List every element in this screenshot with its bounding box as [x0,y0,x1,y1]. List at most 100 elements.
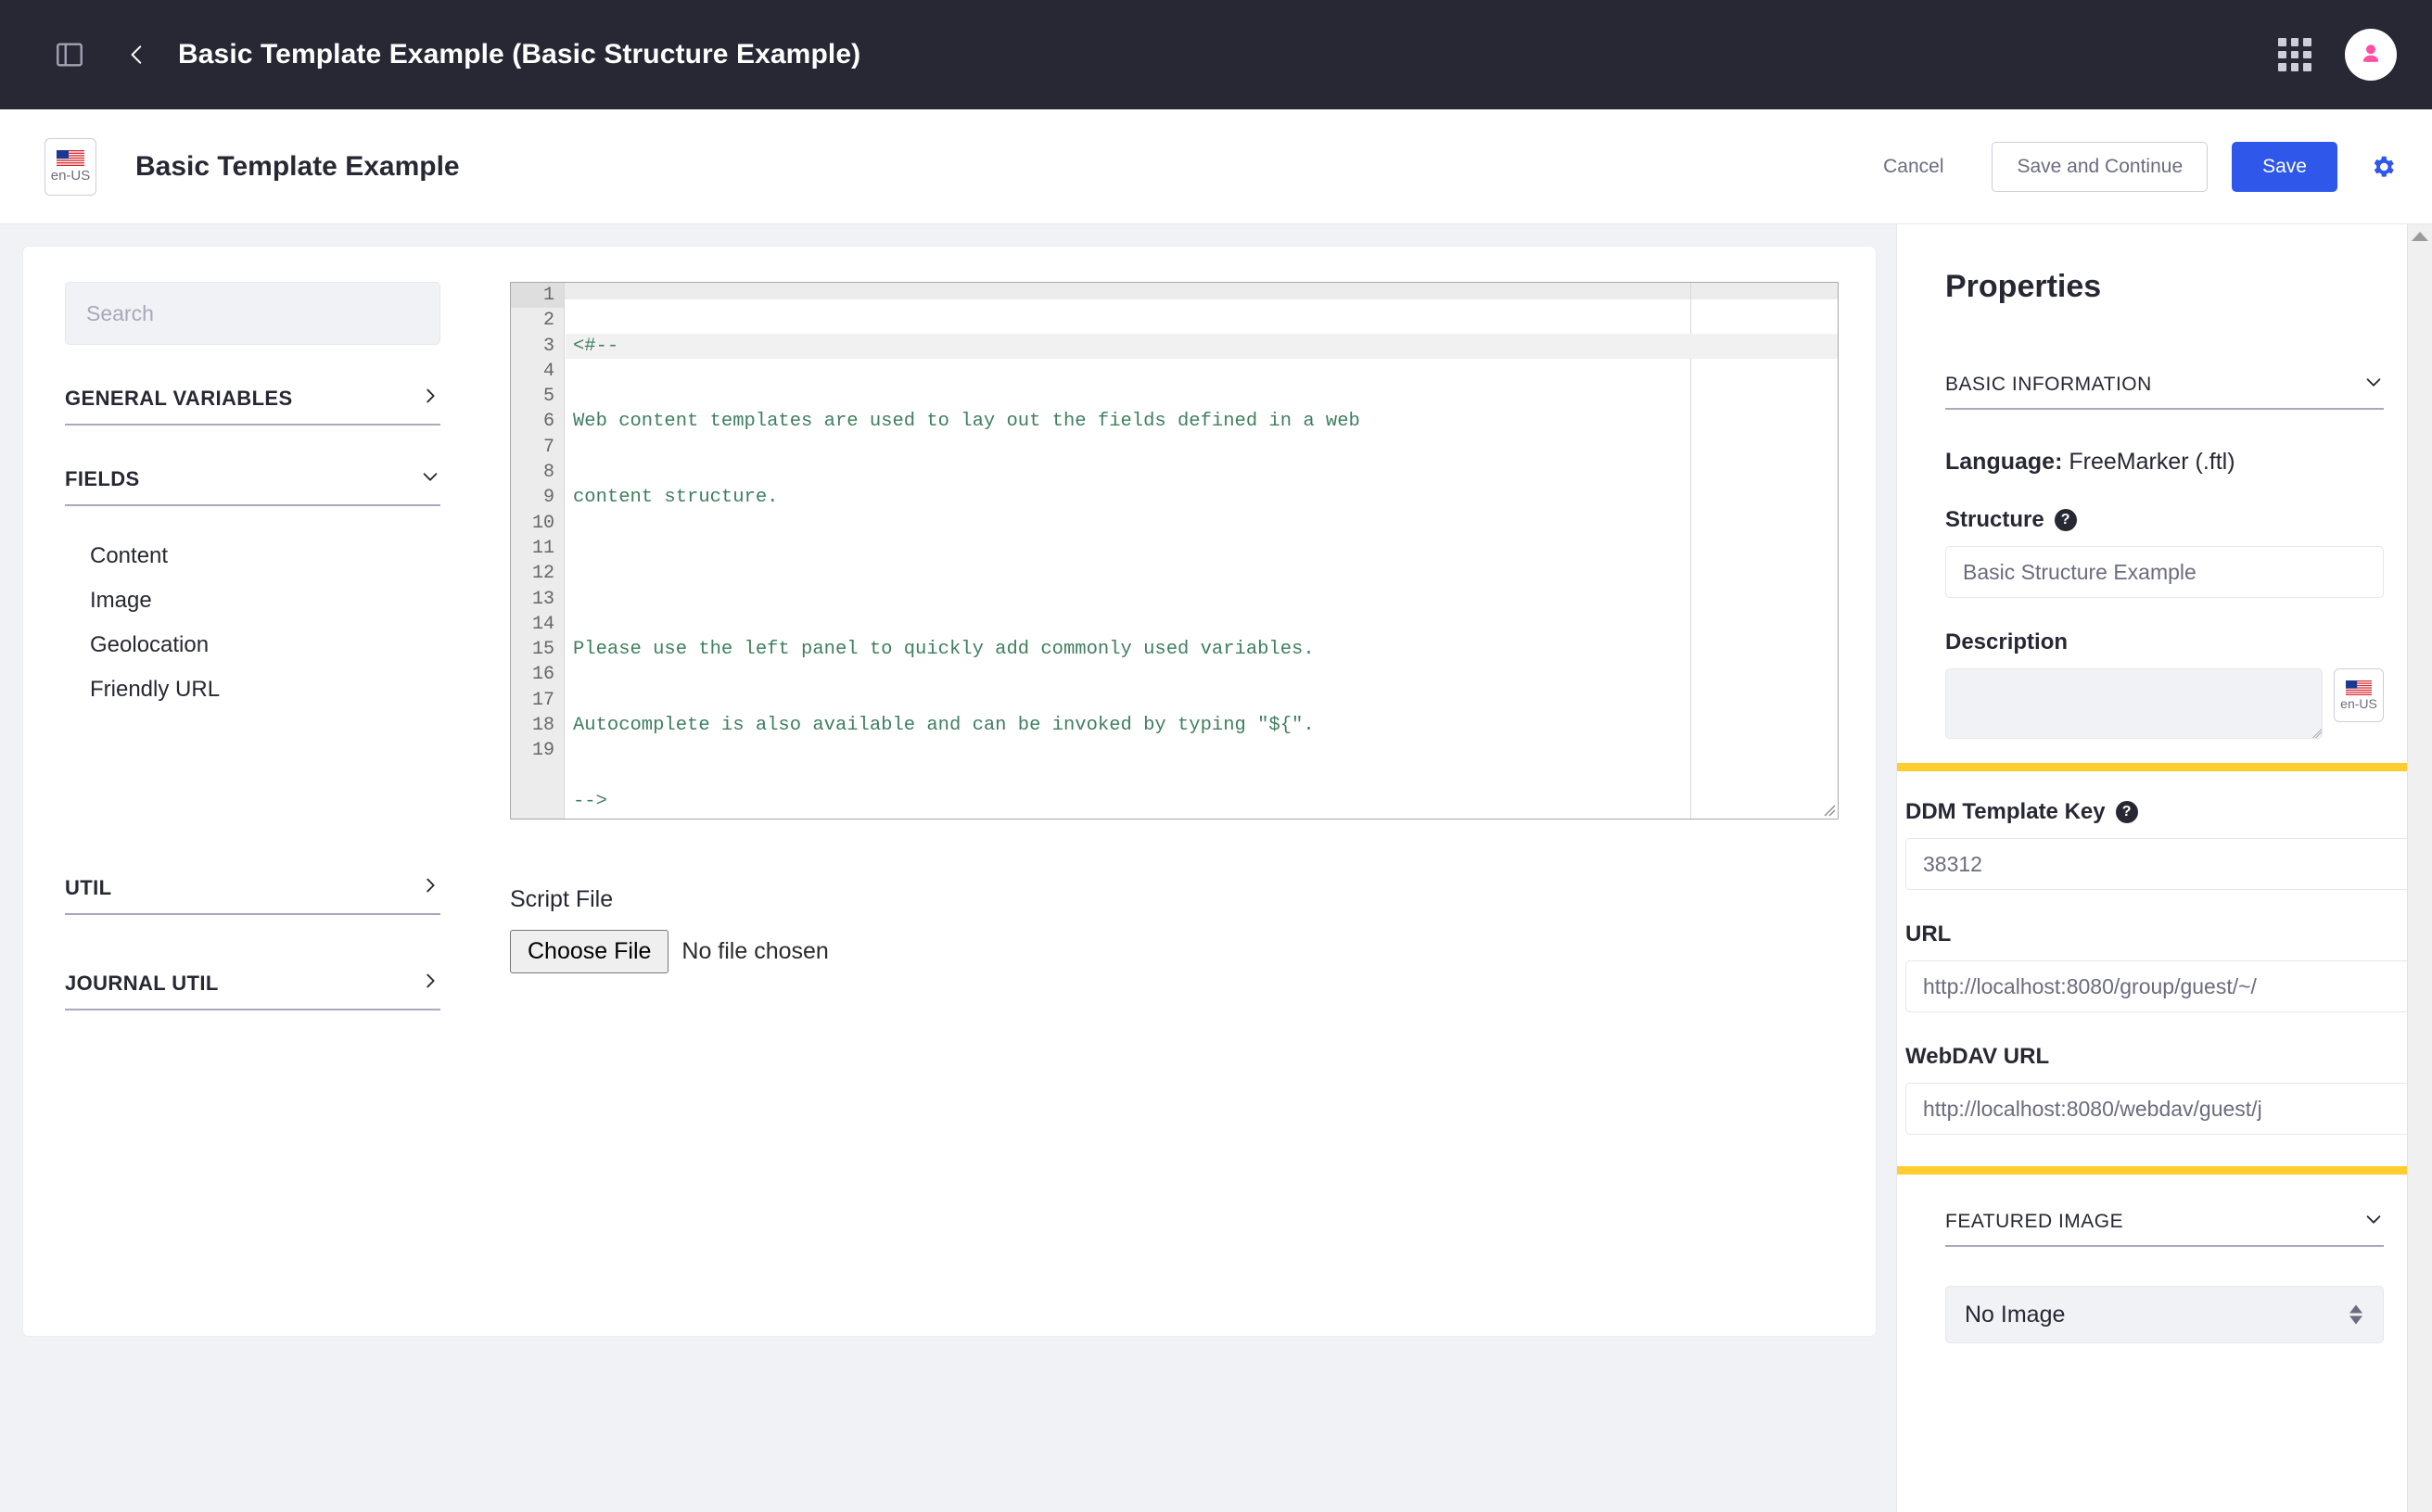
section-label: GENERAL VARIABLES [65,386,293,410]
page-title: Basic Template Example (Basic Structure … [178,39,861,70]
script-file-label: Script File [510,886,614,912]
template-name-heading: Basic Template Example [135,150,460,182]
sidebar-section-journal-util[interactable]: JOURNAL UTIL [65,971,440,1010]
description-label: Description [1945,629,2069,654]
choose-file-button[interactable]: Choose File [510,930,669,973]
line-number: 19 [531,740,554,762]
line-number: 9 [542,487,554,509]
line-number: 6 [542,411,554,433]
line-number: 16 [531,664,554,686]
line-number: 5 [542,386,554,408]
main-content-area: GENERAL VARIABLES FIELDS Conten [0,224,2432,1512]
line-number-gutter: 1 2 3 4 5 6 7 8 9 10 11 12 13 14 15 16 1… [511,283,565,819]
sidebar-section-fields[interactable]: FIELDS Content Image Geolocation Friendl… [65,466,440,712]
featured-image-selected-value: No Image [1965,1301,2066,1328]
chevron-down-icon [420,466,440,491]
language-value: FreeMarker (.ftl) [2069,449,2235,475]
line-number: 8 [542,462,554,484]
code-line: --> [573,790,607,812]
properties-heading: Properties [1945,269,2102,304]
line-number: 4 [542,360,554,382]
properties-scrollbar[interactable] [2407,224,2432,1512]
code-line: <#-- [566,333,1838,359]
script-file-field: Script File Choose File No file chosen [510,886,1839,973]
chevron-right-icon [420,971,440,996]
line-number: 11 [531,537,554,559]
line-number: 10 [531,512,554,534]
language-row: Language: FreeMarker (.ftl) [1945,449,2384,476]
code-editor[interactable]: 1 2 3 4 5 6 7 8 9 10 11 12 13 14 15 16 1… [510,282,1839,820]
list-item[interactable]: Geolocation [65,623,440,667]
line-number: 14 [531,613,554,635]
variables-sidebar: GENERAL VARIABLES FIELDS Conten [23,247,482,1336]
line-number: 2 [542,310,554,332]
code-content[interactable]: <#-- Web content templates are used to l… [566,283,1838,819]
list-item[interactable]: Content [65,534,440,578]
structure-label: Structure [1945,507,2044,532]
gear-icon[interactable] [2369,153,2397,181]
panel-left-icon[interactable] [48,33,91,76]
section-label: BASIC INFORMATION [1945,373,2152,395]
line-number: 13 [531,588,554,610]
chevron-down-icon [2363,372,2384,397]
properties-panel: Properties BASIC INFORMATION Language: F… [1896,224,2432,1512]
sidebar-section-util[interactable]: UTIL [65,875,440,915]
description-locale-button[interactable]: en-US [2334,668,2384,722]
featured-image-select[interactable]: No Image [1945,1286,2384,1343]
line-number: 12 [531,563,554,585]
url-input[interactable] [1905,960,2432,1012]
cancel-button[interactable]: Cancel [1859,145,1967,189]
us-flag-icon [57,150,84,166]
list-item[interactable]: Image [65,578,440,623]
help-icon[interactable]: ? [2054,509,2077,531]
sidebar-section-general-variables[interactable]: GENERAL VARIABLES [65,386,440,426]
line-number: 7 [542,436,554,458]
resize-grip-icon[interactable] [1819,800,1836,817]
line-number: 1 [511,283,564,309]
save-button[interactable]: Save [2232,141,2337,192]
editor-card: GENERAL VARIABLES FIELDS Conten [23,247,1876,1336]
list-item[interactable]: Friendly URL [65,667,440,712]
save-and-continue-button[interactable]: Save and Continue [1992,141,2209,192]
chevron-left-icon[interactable] [117,34,158,75]
locale-code: en-US [50,168,91,184]
us-flag-icon [2346,680,2372,695]
grid-apps-icon[interactable] [2278,38,2311,71]
code-line: Please use the left panel to quickly add… [573,639,1315,661]
line-number: 18 [531,715,554,737]
line-number: 17 [531,689,554,711]
template-editor-pane: GENERAL VARIABLES FIELDS Conten [0,224,1896,1512]
section-featured-image[interactable]: FEATURED IMAGE [1945,1209,2384,1247]
code-line: content structure. [573,487,779,509]
locale-selector-button[interactable]: en-US [45,137,96,196]
section-label: FIELDS [65,466,140,490]
structure-field: Structure ? [1945,507,2384,598]
ddm-template-key-field: DDM Template Key ? [1905,799,2432,890]
section-label: UTIL [65,875,112,899]
url-label: URL [1905,921,1952,947]
description-textarea[interactable] [1945,668,2323,739]
chevron-down-icon [2363,1209,2384,1234]
section-basic-information[interactable]: BASIC INFORMATION [1945,372,2384,410]
webdav-url-input[interactable] [1905,1083,2432,1135]
top-navigation-bar: Basic Template Example (Basic Structure … [0,0,2432,109]
section-label: JOURNAL UTIL [65,971,219,995]
editor-toolbar: en-US Basic Template Example Cancel Save… [0,109,2432,224]
url-field: URL [1905,921,2432,1012]
ddm-template-key-input[interactable] [1905,838,2432,890]
locale-code: en-US [2340,696,2377,711]
search-input[interactable] [65,282,440,345]
user-avatar-icon [2362,44,2379,62]
avatar[interactable] [2345,29,2397,81]
line-number: 3 [542,335,554,357]
fields-list: Content Image Geolocation Friendly URL [65,506,440,712]
chevron-right-icon [420,875,440,900]
caret-up-icon[interactable] [2408,224,2432,241]
webdav-url-label: WebDAV URL [1905,1044,2050,1069]
help-icon[interactable]: ? [2115,801,2138,823]
structure-input[interactable] [1945,546,2384,598]
ddm-template-key-label: DDM Template Key [1905,799,2106,824]
description-field: Description en-US [1945,629,2384,739]
